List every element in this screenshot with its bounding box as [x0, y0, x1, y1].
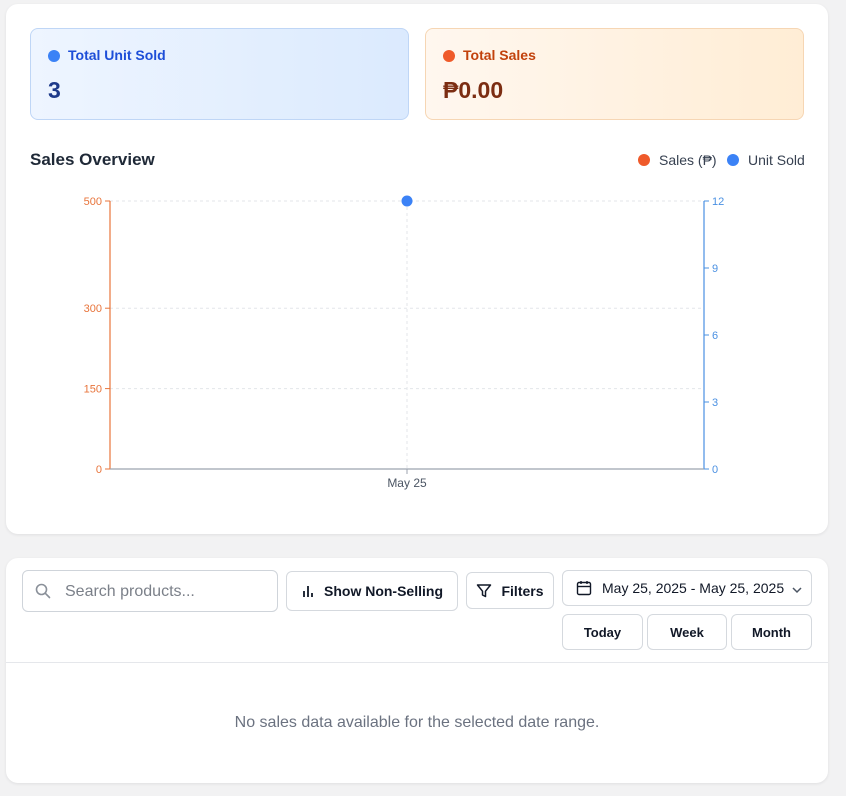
divider: [6, 662, 828, 663]
chevron-down-icon: [791, 583, 803, 599]
filter-icon: [476, 583, 492, 599]
search-input[interactable]: [63, 580, 267, 604]
y-right-tick-label: 0: [712, 464, 718, 476]
y-left-tick-label: 300: [84, 303, 102, 315]
today-button[interactable]: Today: [562, 614, 643, 650]
filters-label: Filters: [501, 582, 544, 599]
y-right-tick-label: 3: [712, 397, 718, 409]
y-left-tick-label: 0: [96, 464, 102, 476]
date-range-value: May 25, 2025 - May 25, 2025: [602, 580, 785, 596]
search-icon: [35, 583, 51, 604]
sales-overview-chart: 0 150 300 500 0 3 6 9 12 May 25: [84, 195, 724, 490]
y-right-tick-label: 9: [712, 263, 718, 275]
unit-sold-point: [401, 195, 413, 207]
x-tick-label: May 25: [387, 476, 427, 490]
products-panel: Show Non-Selling Filters May 25, 2025 - …: [6, 558, 828, 783]
bar-chart-icon: [301, 584, 315, 598]
filters-button[interactable]: Filters: [466, 572, 554, 609]
show-non-selling-button[interactable]: Show Non-Selling: [286, 571, 458, 611]
y-left-tick-label: 150: [84, 384, 102, 396]
show-non-selling-label: Show Non-Selling: [324, 583, 443, 599]
y-right-tick-label: 6: [712, 330, 718, 342]
date-range-picker[interactable]: May 25, 2025 - May 25, 2025: [562, 570, 812, 606]
calendar-icon: [576, 580, 592, 596]
search-box[interactable]: [22, 570, 278, 612]
month-button[interactable]: Month: [731, 614, 812, 650]
empty-state-message: No sales data available for the selected…: [234, 714, 600, 731]
week-button[interactable]: Week: [647, 614, 727, 650]
y-left-tick-label: 500: [84, 196, 102, 208]
y-right-tick-label: 12: [712, 196, 724, 208]
sales-summary-card: Total Unit Sold 3 Total Sales ₱0.00 Sale…: [6, 4, 828, 534]
